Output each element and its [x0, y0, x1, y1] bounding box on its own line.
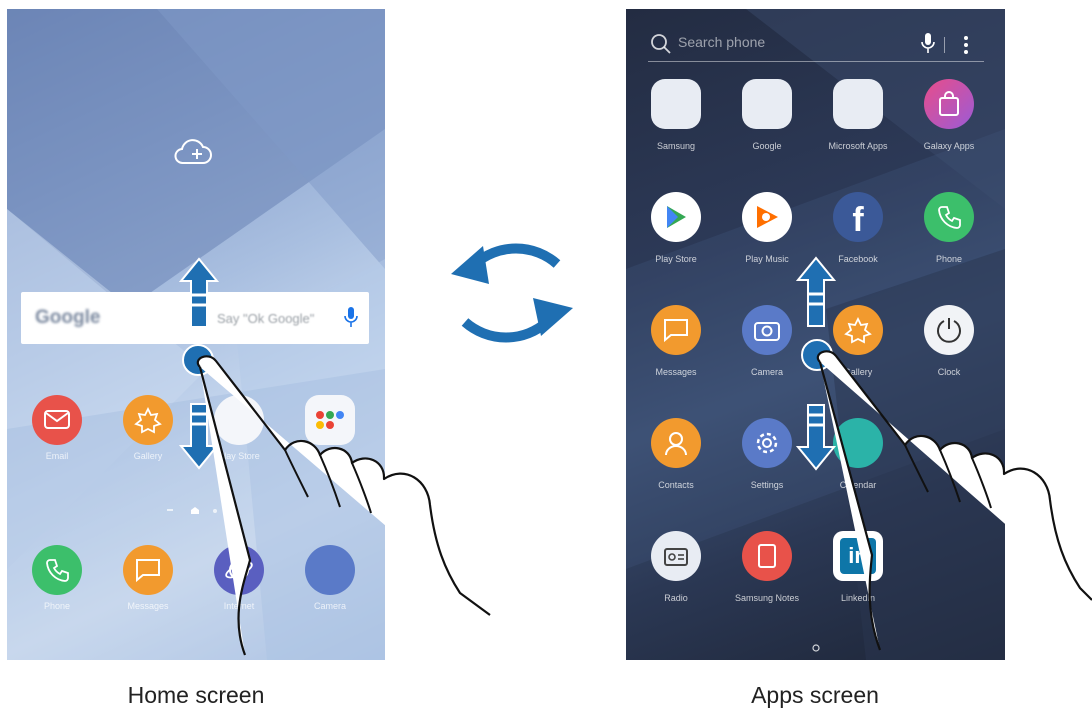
- gallery-app-icon[interactable]: [123, 395, 173, 445]
- swipe-up-arrow-icon: [178, 257, 220, 328]
- mic-icon[interactable]: [344, 307, 358, 329]
- app-label: Settings: [750, 480, 784, 490]
- app-label: Galaxy Apps: [923, 141, 975, 151]
- microsoft-apps-folder-icon[interactable]: [833, 79, 883, 129]
- hand-gesture-icon: [196, 355, 491, 656]
- radio-app-icon[interactable]: [651, 531, 701, 581]
- clock-app-icon[interactable]: [924, 305, 974, 355]
- app-label: Phone: [43, 601, 71, 611]
- facebook-icon[interactable]: f: [833, 192, 883, 242]
- app-label: Play Store: [655, 254, 697, 264]
- app-label: Email: [45, 451, 69, 461]
- phone-app-icon[interactable]: [924, 192, 974, 242]
- settings-app-icon[interactable]: [742, 418, 792, 468]
- search-icon: [651, 34, 671, 54]
- app-label: Camera: [750, 367, 783, 377]
- app-label: Contacts: [658, 480, 694, 490]
- search-bar[interactable]: Search phone: [648, 27, 984, 62]
- app-label: Samsung: [656, 141, 696, 151]
- more-options-icon[interactable]: [963, 35, 969, 55]
- messages-app-icon[interactable]: [123, 545, 173, 595]
- app-label: Messages: [655, 367, 697, 377]
- ok-google-hint: Say "Ok Google": [217, 311, 315, 326]
- app-label: Microsoft Apps: [828, 141, 888, 151]
- phone-app-icon[interactable]: [32, 545, 82, 595]
- divider: [944, 37, 945, 53]
- apps-screen-caption: Apps screen: [751, 682, 879, 708]
- camera-app-icon[interactable]: [742, 305, 792, 355]
- google-folder-icon[interactable]: [742, 79, 792, 129]
- app-label: Phone: [935, 254, 963, 264]
- app-label: Messages: [127, 601, 169, 611]
- play-store-icon[interactable]: [651, 192, 701, 242]
- samsung-folder-icon[interactable]: [651, 79, 701, 129]
- home-screen-caption: Home screen: [127, 682, 265, 708]
- app-label: Radio: [664, 593, 688, 603]
- galaxy-apps-icon[interactable]: [924, 79, 974, 129]
- mic-icon[interactable]: [921, 33, 935, 55]
- hand-gesture-icon: [816, 350, 1092, 651]
- switch-arrows-icon: [451, 243, 573, 343]
- messages-app-icon[interactable]: [651, 305, 701, 355]
- play-music-icon[interactable]: [742, 192, 792, 242]
- cloud-add-icon[interactable]: [173, 139, 213, 167]
- samsung-notes-icon[interactable]: [742, 531, 792, 581]
- google-logo: Google: [35, 307, 101, 328]
- app-label: Samsung Notes: [734, 593, 800, 603]
- swipe-up-arrow-icon: [795, 256, 837, 327]
- gallery-app-icon[interactable]: [833, 305, 883, 355]
- search-input[interactable]: Search phone: [678, 34, 765, 50]
- app-label: Google: [752, 141, 782, 151]
- email-app-icon[interactable]: [32, 395, 82, 445]
- contacts-app-icon[interactable]: [651, 418, 701, 468]
